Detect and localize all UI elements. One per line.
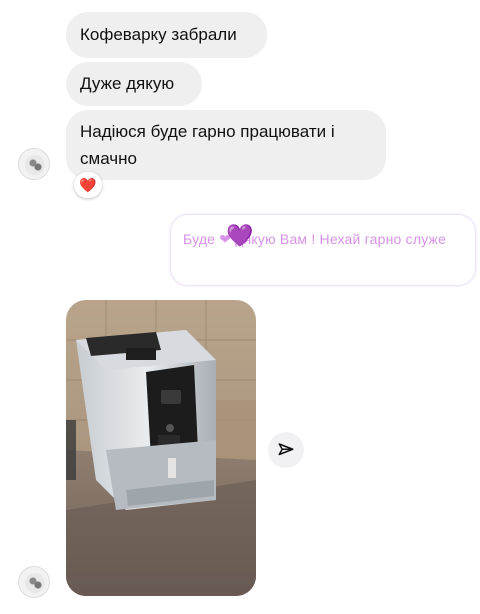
outgoing-message-bubble[interactable]: Буде ❤ дякую Вам ! Нехай гарно служе bbox=[170, 214, 476, 286]
message-bubble[interactable]: Кофеварку забрали bbox=[66, 12, 267, 58]
message-text: Буде ❤ дякую Вам ! Нехай гарно служе bbox=[183, 231, 447, 247]
purple-heart-icon: 💜 bbox=[226, 223, 254, 248]
share-arrow-icon[interactable] bbox=[268, 432, 304, 468]
message-text: Дуже дякую bbox=[80, 74, 175, 93]
photo-image bbox=[66, 300, 256, 596]
avatar[interactable] bbox=[18, 148, 50, 180]
avatar[interactable] bbox=[18, 566, 50, 598]
message-bubble[interactable]: Дуже дякую bbox=[66, 62, 202, 106]
heart-reaction-icon[interactable]: ❤️ bbox=[74, 172, 102, 198]
message-bubble[interactable]: Надіюся буде гарно працювати і смачно bbox=[66, 110, 386, 180]
message-text: Кофеварку забрали bbox=[80, 25, 237, 44]
coffee-machine-photo[interactable] bbox=[66, 300, 256, 596]
message-text: Надіюся буде гарно працювати і смачно bbox=[80, 122, 335, 168]
